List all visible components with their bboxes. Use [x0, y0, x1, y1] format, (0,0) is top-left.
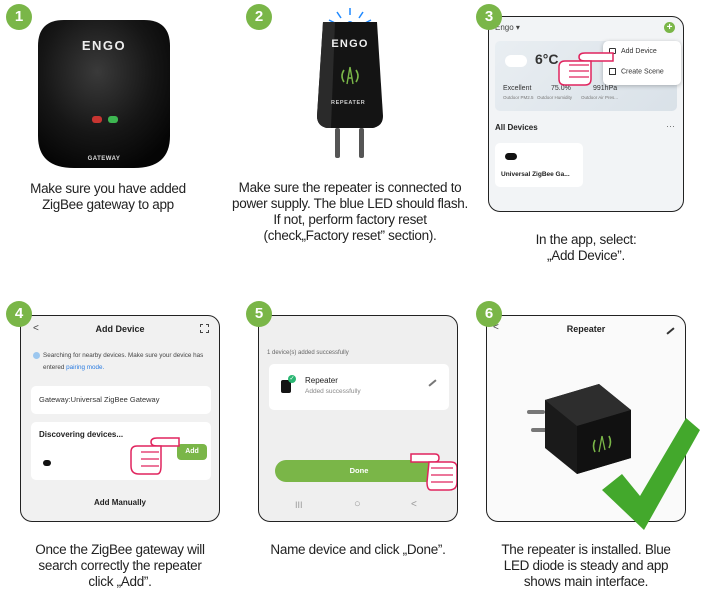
pointing-hand-icon [555, 51, 615, 87]
weather-value-pm25: Excellent [503, 85, 532, 92]
repeater-thumb-icon [43, 460, 51, 466]
app-screen-step-4: < Add Device Searching for nearby device… [20, 315, 220, 522]
app-screen-step-5: 1 device(s) added successfully ✓ Repeate… [258, 315, 458, 522]
repeater-label: REPEATER [331, 100, 366, 106]
discovering-panel: Discovering devices... Add [31, 422, 211, 480]
weather-label-pressure: Outdoor Air Pres... [581, 95, 619, 100]
weather-label-pm25: Outdoor PM2.5 [503, 95, 534, 100]
nav-home-button[interactable]: ○ [354, 498, 361, 510]
step-3-caption: In the app, select: „Add Device”. [535, 232, 637, 263]
gateway-device-image: ENGO GATEWAY [34, 16, 174, 171]
added-device-card: ✓ Repeater Added successfully [269, 364, 449, 410]
gateway-brand-logo: ENGO [81, 38, 127, 53]
step-6-caption: The repeater is installed. Blue LED diod… [501, 542, 671, 589]
android-nav-bar: III ○ < [259, 496, 457, 520]
more-icon[interactable]: ··· [666, 121, 675, 131]
add-icon[interactable]: + [664, 22, 675, 33]
add-button[interactable]: Add [177, 444, 207, 460]
device-card-gateway[interactable]: Universal ZigBee Ga... [495, 143, 583, 187]
gateway-thumb-icon [505, 153, 517, 160]
step-badge-1: 1 [6, 4, 32, 30]
repeater-brand-logo: ENGO [331, 38, 369, 50]
device-status: Added successfully [305, 388, 361, 395]
add-device-title: Add Device [95, 324, 145, 334]
step-badge-4: 4 [6, 301, 32, 327]
step-badge-3: 3 [476, 4, 502, 30]
add-manually-button[interactable]: Add Manually [21, 498, 219, 507]
repeater-device-image: ENGO REPEATER [295, 4, 405, 169]
menu-item-add-device[interactable]: Add Device [609, 48, 657, 55]
searching-info-text: Searching for nearby devices. Make sure … [43, 352, 204, 371]
step-4-caption: Once the ZigBee gateway will search corr… [35, 542, 205, 589]
step-badge-5: 5 [246, 301, 272, 327]
device-card-name: Universal ZigBee Ga... [501, 171, 570, 178]
gateway-row[interactable]: Gateway:Universal ZigBee Gateway [31, 386, 211, 414]
checkmark-icon [600, 412, 700, 532]
pointing-hand-icon [409, 450, 457, 492]
device-name: Repeater [305, 376, 338, 385]
nav-recent-button[interactable]: III [295, 500, 303, 510]
gateway-row-label: Gateway:Universal ZigBee Gateway [39, 395, 160, 404]
step-5-caption: Name device and click „Done”. [270, 542, 446, 557]
nav-back-button[interactable]: < [411, 499, 417, 510]
info-icon [33, 352, 40, 359]
added-count-text: 1 device(s) added successfully [267, 350, 349, 356]
section-title-all-devices: All Devices [495, 123, 538, 132]
scan-icon[interactable] [200, 324, 209, 333]
weather-label-humidity: Outdoor Humidity [537, 95, 573, 100]
menu-item-create-scene[interactable]: Create Scene [609, 68, 664, 75]
step-2-caption: Make sure the repeater is connected to p… [232, 180, 468, 243]
pairing-mode-link[interactable]: pairing mode. [66, 364, 104, 371]
cloud-icon [505, 55, 527, 67]
gateway-label: GATEWAY [87, 156, 121, 162]
step-badge-6: 6 [476, 301, 502, 327]
step-1-caption: Make sure you have added ZigBee gateway … [30, 181, 186, 212]
step-badge-2: 2 [246, 4, 272, 30]
success-check-icon: ✓ [288, 375, 296, 383]
repeater-title: Repeater [566, 324, 606, 334]
edit-icon[interactable] [428, 379, 437, 387]
app-screen-step-3: Engo ▾ + 6°C Excellent 75.0% 991hPa Outd… [488, 16, 684, 212]
discovering-label: Discovering devices... [39, 430, 124, 439]
pointing-hand-icon [129, 436, 181, 476]
